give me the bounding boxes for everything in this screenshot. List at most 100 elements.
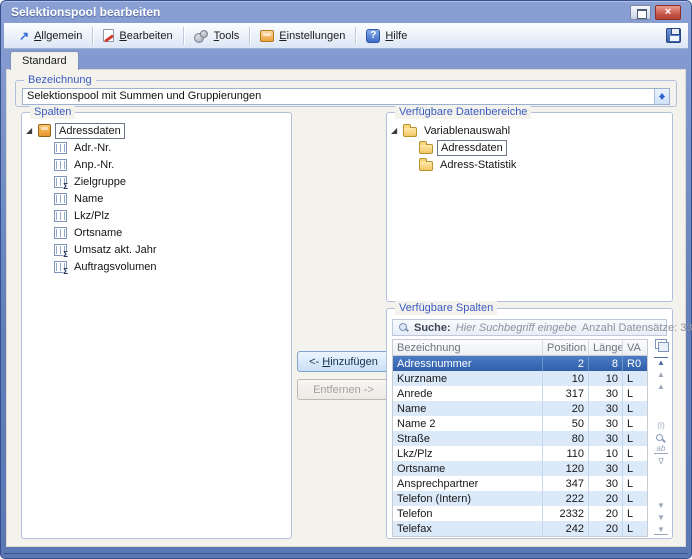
record-count: Anzahl Datensätze: 339 — [581, 321, 692, 334]
tree-node[interactable]: Zielgruppe — [26, 173, 287, 191]
table-row[interactable]: Kurzname 10 10 L — [393, 371, 647, 386]
search-placeholder: Hier Suchbegriff eingebe — [455, 321, 577, 334]
expand-arrow-icon[interactable] — [26, 127, 38, 135]
toolbar-item-hilfe[interactable]: Hilfe — [358, 25, 415, 47]
table-row[interactable]: Straße 80 30 L — [393, 431, 647, 446]
tree-node-label: Umsatz akt. Jahr — [74, 243, 157, 256]
toolbar-separator — [249, 26, 251, 45]
scroll-down-icon[interactable]: ▼ — [654, 501, 668, 510]
column-header-laenge[interactable]: Länge — [589, 340, 623, 355]
tree-node-label: Variablenauswahl — [424, 124, 511, 137]
tree-node-root[interactable]: Variablenauswahl — [391, 122, 668, 139]
toolbar-item-label: Einstellungen — [279, 29, 346, 42]
table-icon — [54, 226, 67, 239]
tree-node-label: Name — [74, 192, 104, 205]
cell-va: L — [627, 417, 634, 430]
columns-table: Bezeichnung Position Länge VA Adressnumm… — [392, 339, 648, 537]
tree-node[interactable]: Adress-Statistik — [391, 156, 668, 173]
cell-bezeichnung: Name — [393, 401, 543, 416]
filter-icon[interactable]: ∇ — [654, 457, 668, 466]
cell-laenge: 8 — [589, 356, 623, 371]
tab-page: Bezeichnung Selektionspool mit Summen un… — [6, 69, 692, 547]
table-row-selected[interactable]: Adressnummer 2 8 R0 — [393, 356, 647, 371]
folder-icon — [419, 158, 433, 171]
cell-position: 2 — [543, 356, 589, 371]
table-row[interactable]: Ortsname 120 30 L — [393, 461, 647, 476]
cell-bezeichnung: Lkz/Plz — [393, 446, 543, 461]
cell-position: 317 — [543, 386, 589, 401]
arrow-up-right-icon — [19, 30, 29, 42]
column-header-bezeichnung[interactable]: Bezeichnung — [393, 340, 543, 355]
move-top-icon[interactable]: ▲ — [654, 357, 668, 367]
save-icon[interactable] — [666, 28, 681, 43]
table-row[interactable]: Lkz/Plz 110 10 L — [393, 446, 647, 461]
auto-width-icon[interactable]: (I) — [654, 421, 668, 430]
cell-position: 110 — [543, 446, 589, 461]
table-row[interactable]: Anrede 317 30 L — [393, 386, 647, 401]
toolbar-item-allgemein[interactable]: Allgemein — [11, 25, 90, 47]
cell-laenge: 30 — [589, 386, 623, 401]
tree-node[interactable]: Name — [26, 190, 287, 207]
combobox-dropdown-icon[interactable] — [654, 89, 669, 104]
bezeichnung-combobox[interactable]: Selektionspool mit Summen und Gruppierun… — [22, 88, 670, 105]
expand-arrow-icon[interactable] — [391, 127, 403, 135]
restore-icon[interactable] — [630, 4, 651, 20]
cell-bezeichnung: Name 2 — [393, 416, 543, 431]
column-header-position[interactable]: Position — [543, 340, 589, 355]
group-label: Spalten — [30, 105, 76, 119]
cell-laenge: 10 — [589, 446, 623, 461]
group-verfuegbare-spalten: Verfügbare Spalten Suche: Hier Suchbegri… — [386, 301, 692, 539]
toolbar-item-bearbeiten[interactable]: Bearbeiten — [95, 25, 180, 47]
spalten-tree: Adressdaten Adr.-Nr. Anp.-Nr. Zielgruppe… — [26, 122, 287, 534]
cell-laenge: 30 — [589, 476, 623, 491]
add-button[interactable]: <- Hinzufügen — [297, 351, 390, 372]
remove-button[interactable]: Entfernen -> — [297, 379, 390, 400]
scroll-up-icon[interactable]: ▲ — [654, 382, 668, 391]
incremental-search-icon[interactable]: ab — [654, 444, 668, 454]
tree-node-label: Adressdaten — [55, 122, 125, 139]
group-label: Bezeichnung — [24, 73, 96, 87]
tree-node[interactable]: Ortsname — [26, 224, 287, 241]
cell-bezeichnung: Ortsname — [393, 461, 543, 476]
move-bottom-icon[interactable]: ▼ — [654, 525, 668, 535]
table-row[interactable]: Telefon 2332 20 L — [393, 506, 647, 521]
move-up-icon[interactable]: ▲ — [654, 370, 668, 379]
table-row[interactable]: Name 2 50 30 L — [393, 416, 647, 431]
tree-node-label: Adress-Statistik — [440, 158, 517, 171]
group-bezeichnung: Bezeichnung Selektionspool mit Summen un… — [15, 73, 677, 107]
move-down-icon[interactable]: ▼ — [654, 513, 668, 522]
table-row[interactable]: Telefon (Intern) 222 20 L — [393, 491, 647, 506]
cell-va: L — [627, 462, 634, 475]
tree-node[interactable]: Adr.-Nr. — [26, 139, 287, 156]
tab-standard[interactable]: Standard — [10, 51, 79, 70]
toolbar-item-tools[interactable]: Tools — [186, 25, 248, 47]
tree-node-selected[interactable]: Adressdaten — [391, 139, 668, 156]
search-icon — [399, 322, 409, 333]
close-icon[interactable] — [655, 4, 681, 20]
tree-node-root[interactable]: Adressdaten — [26, 122, 287, 139]
window-title: Selektionspool bearbeiten — [11, 5, 161, 19]
tree-node[interactable]: Auftragsvolumen — [26, 258, 287, 276]
column-header-va[interactable]: VA — [623, 340, 647, 355]
table-row[interactable]: Ansprechpartner 347 30 L — [393, 476, 647, 491]
tree-node[interactable]: Anp.-Nr. — [26, 156, 287, 173]
toolbar-separator — [355, 26, 357, 45]
cell-va: L — [627, 447, 634, 460]
column-chooser-icon[interactable] — [655, 339, 669, 352]
tree-node[interactable]: Umsatz akt. Jahr — [26, 241, 287, 259]
cell-bezeichnung: Ansprechpartner — [393, 476, 543, 491]
cell-laenge: 30 — [589, 461, 623, 476]
search-input[interactable]: Suche: Hier Suchbegriff eingebe Anzahl D… — [392, 319, 692, 336]
table-icon — [54, 141, 67, 154]
group-label: Verfügbare Datenbereiche — [395, 105, 532, 119]
toolbar-item-einstellungen[interactable]: Einstellungen — [252, 25, 353, 47]
cell-laenge: 20 — [589, 506, 623, 521]
gears-icon — [193, 29, 209, 43]
tree-node-label: Auftragsvolumen — [74, 260, 157, 273]
tree-node-label: Adressdaten — [437, 139, 507, 156]
table-row[interactable]: Telefax 242 20 L — [393, 521, 647, 536]
cell-position: 347 — [543, 476, 589, 491]
table-row[interactable]: Name 20 30 L — [393, 401, 647, 416]
tree-node[interactable]: Lkz/Plz — [26, 207, 287, 224]
search-icon[interactable] — [656, 434, 666, 444]
